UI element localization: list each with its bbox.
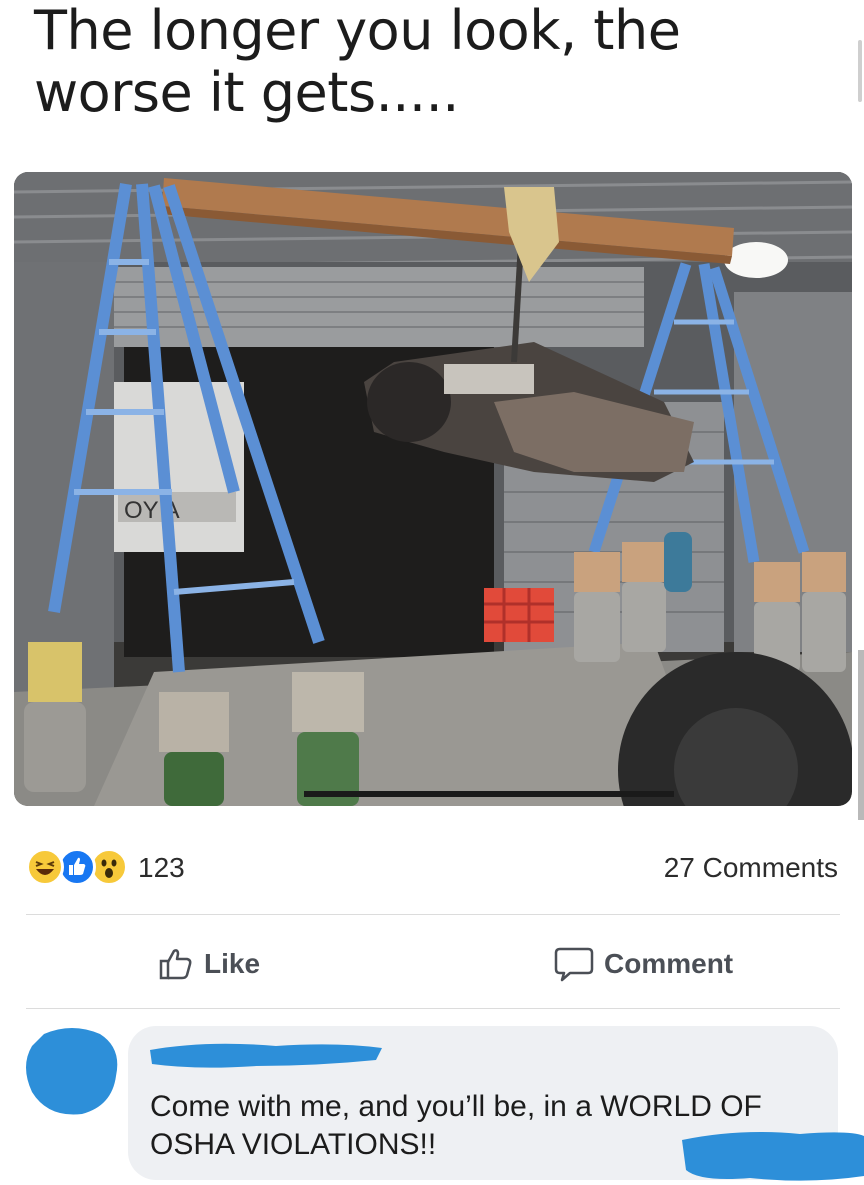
meme-caption: The longer you look, the worse it gets..… (34, 0, 681, 124)
screenshot-page: The longer you look, the worse it gets..… (0, 0, 864, 1185)
redacted-commenter-name[interactable] (146, 1036, 386, 1072)
speech-bubble-icon (554, 947, 594, 982)
haha-reaction-icon (26, 848, 64, 886)
reaction-icons[interactable] (26, 848, 136, 888)
comment-button[interactable]: Comment (554, 942, 733, 986)
thumbs-up-icon (159, 949, 192, 980)
like-button[interactable]: Like (158, 942, 260, 986)
reactions-summary: 123 27 Comments (26, 846, 840, 890)
redacted-comment-tail (682, 1132, 864, 1181)
post-photo[interactable]: OY A (14, 172, 852, 806)
screenshot-edge (858, 650, 864, 820)
scroll-indicator[interactable] (858, 40, 862, 102)
like-label: Like (204, 948, 261, 979)
comments-count-link[interactable]: 27 Comments (664, 852, 838, 884)
comment-label: Comment (604, 948, 734, 979)
divider (26, 1008, 840, 1009)
reaction-count[interactable]: 123 (138, 852, 185, 884)
garage-scene-illustration: OY A (14, 172, 852, 806)
redacted-avatar[interactable] (24, 1026, 120, 1116)
divider (26, 914, 840, 915)
